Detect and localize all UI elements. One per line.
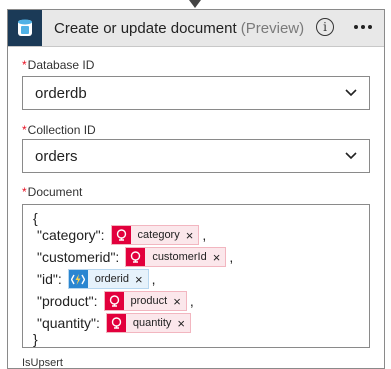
menu-dot (361, 25, 365, 29)
document-line-customerid: "customerid": customerId × , (33, 247, 233, 267)
action-title-text: Create or update document (54, 19, 237, 37)
collection-id-select[interactable]: orders (22, 139, 370, 173)
required-marker: * (22, 123, 27, 137)
trailing-comma: , (229, 249, 234, 265)
action-card: Create or update document (Preview) i *D… (7, 9, 385, 369)
document-label: *Document (22, 185, 82, 199)
required-marker: * (22, 58, 27, 72)
document-line-category: "category": category × , (33, 225, 206, 245)
collection-id-value: orders (35, 148, 78, 165)
token-label: quantity (132, 317, 172, 329)
more-options-icon[interactable] (350, 15, 376, 39)
info-icon[interactable]: i (316, 18, 334, 36)
remove-token-icon[interactable]: × (173, 294, 186, 309)
trailing-comma: , (202, 227, 207, 243)
json-key: "id": (37, 271, 62, 287)
database-id-label: *Database ID (22, 58, 94, 72)
dynamic-token-quantity[interactable]: quantity × (105, 313, 191, 333)
menu-dot (354, 25, 358, 29)
dynamic-token-product[interactable]: product × (103, 291, 187, 311)
token-label: category (137, 229, 180, 241)
remove-token-icon[interactable]: × (186, 228, 199, 243)
preview-tag: (Preview) (240, 19, 305, 37)
dynamic-token-customerid[interactable]: customerId × (125, 247, 227, 267)
cosmos-db-icon (8, 10, 42, 46)
sql-connector-icon (106, 314, 126, 332)
json-key: "customerid": (37, 249, 120, 265)
azure-function-icon (68, 270, 88, 288)
dynamic-token-category[interactable]: category × (110, 225, 200, 245)
json-key: "category": (37, 227, 105, 243)
remove-token-icon[interactable]: × (135, 272, 148, 287)
database-id-select[interactable]: orderdb (22, 76, 370, 110)
trailing-comma: , (189, 293, 194, 309)
action-title: Create or update document (Preview) (54, 20, 304, 37)
document-line-id: "id": orderid × , (33, 269, 155, 289)
json-key: "quantity": (37, 315, 100, 331)
isupsert-label: IsUpsert (22, 357, 63, 369)
required-marker: * (22, 185, 27, 199)
chevron-down-icon (345, 152, 357, 160)
database-id-label-text: Database ID (27, 58, 95, 72)
collection-id-label-text: Collection ID (27, 123, 96, 137)
sql-connector-icon (126, 248, 146, 266)
document-editor[interactable]: { "category": category × , "customerid":… (22, 204, 370, 348)
remove-token-icon[interactable]: × (213, 250, 226, 265)
json-key: "product": (37, 293, 98, 309)
trailing-comma: , (151, 271, 156, 287)
collection-id-label: *Collection ID (22, 123, 96, 137)
database-id-value: orderdb (35, 85, 87, 102)
close-brace: } (33, 331, 38, 347)
document-line-quantity: "quantity": quantity × (33, 313, 194, 333)
sql-connector-icon (104, 292, 124, 310)
action-card-header[interactable]: Create or update document (Preview) i (8, 10, 384, 47)
info-symbol: i (323, 20, 327, 34)
token-label: product (130, 295, 168, 307)
dynamic-token-orderid[interactable]: orderid × (67, 269, 149, 289)
document-label-text: Document (27, 185, 83, 199)
remove-token-icon[interactable]: × (177, 316, 190, 331)
chevron-down-icon (345, 89, 357, 97)
token-label: orderid (94, 273, 129, 285)
document-line-product: "product": product × , (33, 291, 194, 311)
sql-connector-icon (111, 226, 131, 244)
menu-dot (368, 25, 372, 29)
token-label: customerId (152, 251, 207, 263)
